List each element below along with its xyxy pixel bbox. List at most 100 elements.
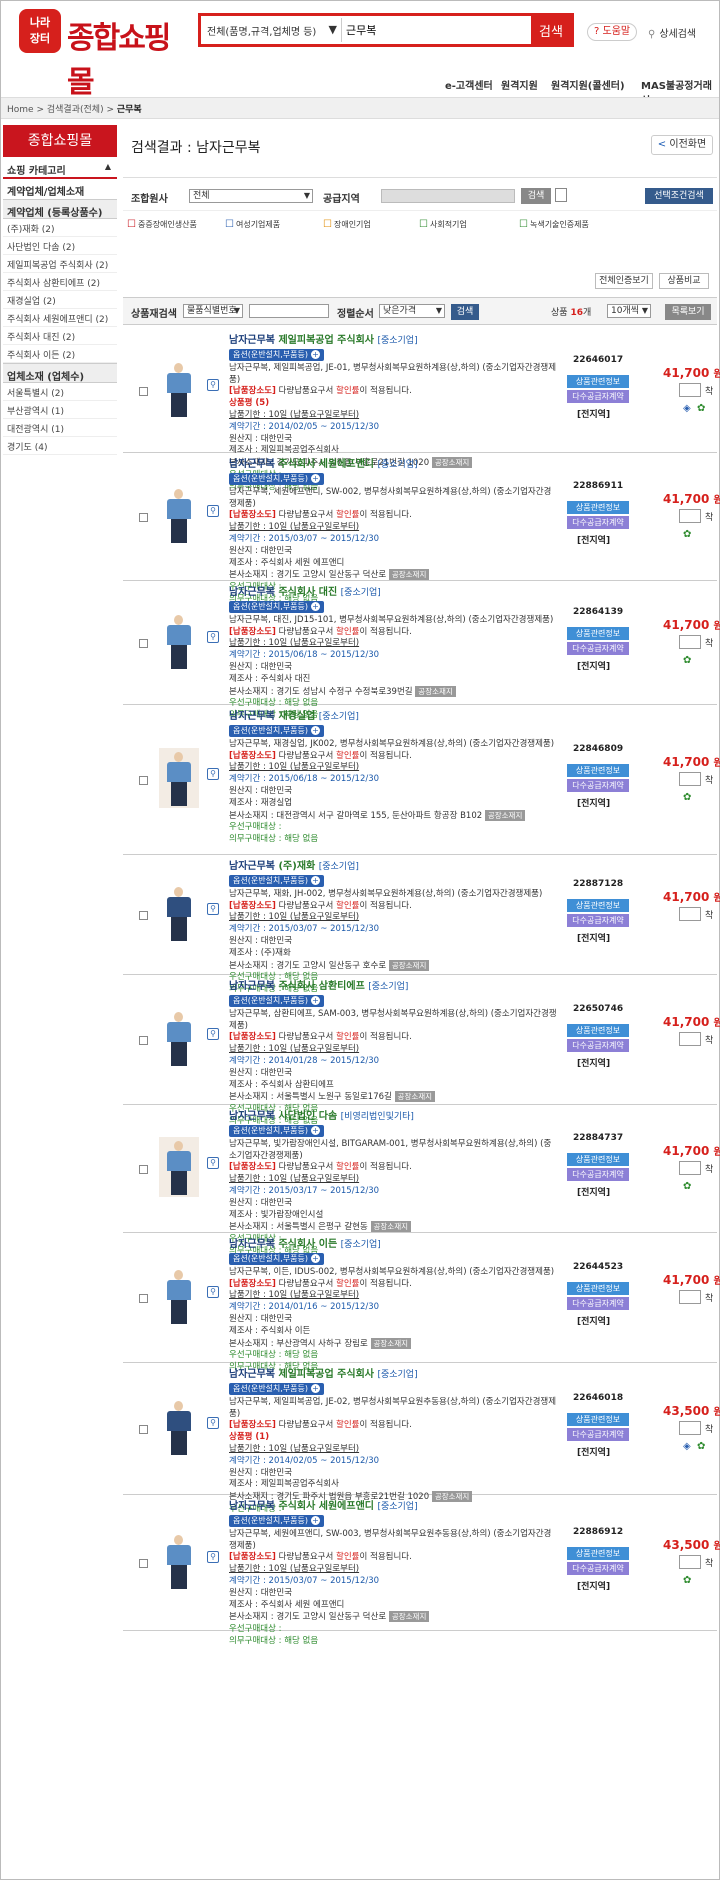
product-title[interactable]: 남자근무복 제일피복공업 주식회사 [중소기업] xyxy=(229,1369,559,1382)
product-info-button[interactable]: 상품관련정보 xyxy=(567,501,629,514)
view-all-cert-button[interactable]: 전체인증보기 xyxy=(595,273,653,289)
product-image[interactable] xyxy=(159,1266,199,1326)
option-badge[interactable]: 옵션(운반설치,부품등) + xyxy=(229,874,325,887)
topnav-link[interactable]: 원격지원(콜센터) xyxy=(551,77,625,92)
sidebar-vendor-item[interactable]: (주)재화 (2) xyxy=(3,219,117,237)
option-badge[interactable]: 옵션(운반설치,부품등) + xyxy=(229,1252,325,1265)
sidebar-vendor-item[interactable]: 사단법인 다솜 (2) xyxy=(3,237,117,255)
option-badge[interactable]: 옵션(운반설치,부품등) + xyxy=(229,600,325,613)
product-checkbox[interactable] xyxy=(139,387,148,396)
product-image[interactable] xyxy=(159,1008,199,1068)
product-title[interactable]: 남자근무복 주식회사 세원에프앤디 [중소기업] xyxy=(229,459,559,472)
search-input[interactable] xyxy=(341,18,531,42)
product-checkbox[interactable] xyxy=(139,911,148,920)
multi-supplier-button[interactable]: 다수공급자계약 xyxy=(567,914,629,927)
site-logo[interactable]: 나라 장터 종합쇼핑몰 xyxy=(19,9,174,100)
product-title[interactable]: 남자근무복 주식회사 삼환티에프 [중소기업] xyxy=(229,981,559,994)
zoom-icon[interactable]: ⚲ xyxy=(207,631,219,643)
sidebar-location-item[interactable]: 서울특별시 (2) xyxy=(3,383,117,401)
option-badge[interactable]: 옵션(운반설치,부품등) + xyxy=(229,724,325,737)
conditional-search-button[interactable]: 선택조건검색 xyxy=(645,188,713,204)
product-info-button[interactable]: 상품관련정보 xyxy=(567,1547,629,1560)
calendar-icon[interactable] xyxy=(555,188,567,202)
option-badge[interactable]: 옵션(운반설치,부품등) + xyxy=(229,994,325,1007)
sidebar-vendor-item[interactable]: 주식회사 세원에프앤디 (2) xyxy=(3,309,117,327)
product-checkbox[interactable] xyxy=(139,1559,148,1568)
product-info-button[interactable]: 상품관련정보 xyxy=(567,1413,629,1426)
product-image[interactable] xyxy=(159,1397,199,1457)
back-button[interactable]: < 이전화면 xyxy=(651,135,713,155)
sort-search-button[interactable]: 검색 xyxy=(451,304,479,320)
multi-supplier-button[interactable]: 다수공급자계약 xyxy=(567,390,629,403)
compare-button[interactable]: 상품비교 xyxy=(659,273,709,289)
product-info-button[interactable]: 상품관련정보 xyxy=(567,375,629,388)
filter-type-item[interactable]: ☐ 녹색기술인증제품 xyxy=(519,219,589,230)
quantity-input[interactable] xyxy=(679,1161,701,1175)
factory-location-button[interactable]: 공장소재지 xyxy=(388,569,430,581)
product-title[interactable]: 남자근무복 사단법인 다솜 [비영리법인및기타] xyxy=(229,1111,559,1124)
review-count[interactable]: 상품평 (1) xyxy=(229,1432,559,1444)
product-title[interactable]: 남자근무복 제일피복공업 주식회사 [중소기업] xyxy=(229,335,559,348)
multi-supplier-button[interactable]: 다수공급자계약 xyxy=(567,1428,629,1441)
sidebar-location-item[interactable]: 대전광역시 (1) xyxy=(3,419,117,437)
discount-link[interactable]: 할인률 xyxy=(336,751,359,761)
multi-supplier-button[interactable]: 다수공급자계약 xyxy=(567,516,629,529)
region-input[interactable] xyxy=(381,189,515,203)
advanced-search-link[interactable]: ⚲ 상세검색 xyxy=(648,25,696,40)
product-info-button[interactable]: 상품관련정보 xyxy=(567,764,629,777)
factory-location-button[interactable]: 공장소재지 xyxy=(370,1221,411,1233)
per-page-select[interactable]: 10개씩 ▼ xyxy=(607,304,651,318)
option-badge[interactable]: 옵션(운반설치,부품등) + xyxy=(229,1382,325,1395)
multi-supplier-button[interactable]: 다수공급자계약 xyxy=(567,1168,629,1181)
product-image[interactable] xyxy=(159,1137,199,1197)
zoom-icon[interactable]: ⚲ xyxy=(207,1551,219,1563)
multi-supplier-button[interactable]: 다수공급자계약 xyxy=(567,779,629,792)
search-button[interactable]: 검색 xyxy=(531,16,571,44)
product-info-button[interactable]: 상품관련정보 xyxy=(567,1024,629,1037)
discount-link[interactable]: 할인률 xyxy=(336,1420,359,1430)
sidebar-vendor-item[interactable]: 재경실업 (2) xyxy=(3,291,117,309)
quantity-input[interactable] xyxy=(679,635,701,649)
zoom-icon[interactable]: ⚲ xyxy=(207,1286,219,1298)
quantity-input[interactable] xyxy=(679,1555,701,1569)
product-title[interactable]: 남자근무복 주식회사 이든 [중소기업] xyxy=(229,1239,559,1252)
quantity-input[interactable] xyxy=(679,907,701,921)
product-image[interactable] xyxy=(159,883,199,943)
sidebar-vendor-item[interactable]: 주식회사 대진 (2) xyxy=(3,327,117,345)
factory-location-button[interactable]: 공장소재지 xyxy=(388,1611,430,1623)
sidebar-vendor-item[interactable]: 제일피복공업 주식회사 (2) xyxy=(3,255,117,273)
product-image[interactable] xyxy=(159,748,199,808)
product-checkbox[interactable] xyxy=(139,513,148,522)
product-title[interactable]: 남자근무복 주식회사 대진 [중소기업] xyxy=(229,587,559,600)
search-scope-select[interactable]: 전체(품명,규격,업체명 등) ▼ xyxy=(207,23,337,38)
multi-supplier-button[interactable]: 다수공급자계약 xyxy=(567,1562,629,1575)
product-checkbox[interactable] xyxy=(139,1165,148,1174)
filter-type-item[interactable]: ☐ 중증장애인생산품 xyxy=(127,219,197,230)
product-image[interactable] xyxy=(159,485,199,545)
discount-link[interactable]: 할인률 xyxy=(336,386,359,396)
sidebar-vendor-item[interactable]: 주식회사 이든 (2) xyxy=(3,345,117,363)
breadcrumb-level1[interactable]: 검색결과(전체) xyxy=(47,105,104,115)
product-image[interactable] xyxy=(159,611,199,671)
discount-link[interactable]: 할인률 xyxy=(336,1032,359,1042)
list-view-button[interactable]: 목록보기 xyxy=(665,304,711,320)
zoom-icon[interactable]: ⚲ xyxy=(207,1157,219,1169)
zoom-icon[interactable]: ⚲ xyxy=(207,1028,219,1040)
sidebar-category-toggle[interactable]: 쇼핑 카테고리 ▲ xyxy=(3,157,117,179)
product-info-button[interactable]: 상품관련정보 xyxy=(567,899,629,912)
multi-supplier-button[interactable]: 다수공급자계약 xyxy=(567,642,629,655)
region-search-button[interactable]: 검색 xyxy=(521,188,551,204)
product-title[interactable]: 남자근무복 재경실업 [중소기업] xyxy=(229,711,559,724)
discount-link[interactable]: 할인률 xyxy=(336,1552,359,1562)
breadcrumb-home[interactable]: Home xyxy=(7,105,34,115)
factory-location-button[interactable]: 공장소재지 xyxy=(370,1337,411,1349)
product-checkbox[interactable] xyxy=(139,1036,148,1045)
option-badge[interactable]: 옵션(운반설치,부품등) + xyxy=(229,1514,325,1527)
factory-location-button[interactable]: 공장소재지 xyxy=(388,959,430,971)
quantity-input[interactable] xyxy=(679,383,701,397)
product-info-button[interactable]: 상품관련정보 xyxy=(567,1153,629,1166)
discount-link[interactable]: 할인률 xyxy=(336,1279,359,1289)
sidebar-vendor-item[interactable]: 주식회사 삼환티에프 (2) xyxy=(3,273,117,291)
option-badge[interactable]: 옵션(운반설치,부품등) + xyxy=(229,472,325,485)
zoom-icon[interactable]: ⚲ xyxy=(207,379,219,391)
